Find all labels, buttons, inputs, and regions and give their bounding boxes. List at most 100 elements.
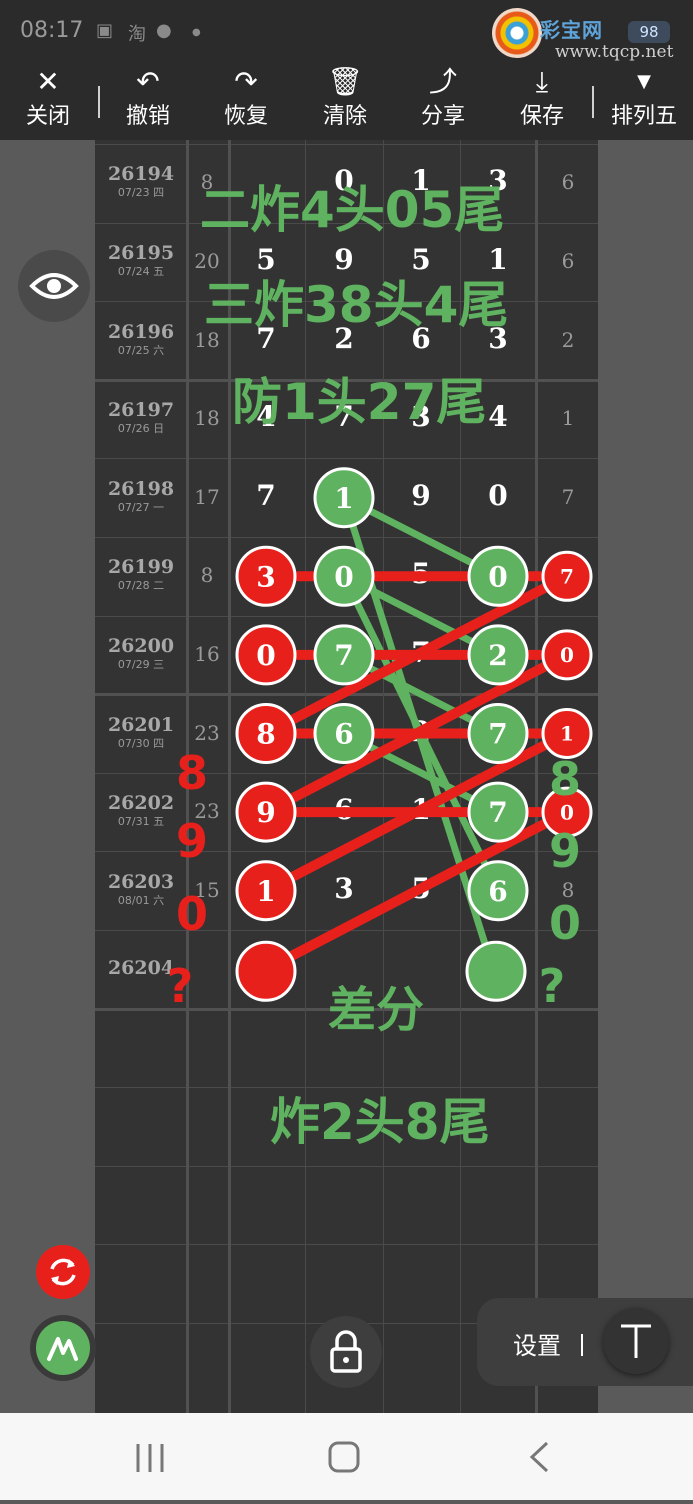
- ball-digit: 0: [488, 560, 507, 593]
- red-ball: 1: [235, 860, 297, 922]
- refresh-button[interactable]: [36, 1245, 90, 1299]
- text-tool-button[interactable]: [603, 1308, 669, 1374]
- save-label: 保存: [519, 104, 564, 129]
- annotation-diff: 差分: [328, 982, 425, 1038]
- clear-label: 清除: [322, 104, 367, 129]
- trash-icon: 🗑: [327, 65, 363, 98]
- undo-icon: ↶: [136, 65, 160, 98]
- close-label: 关闭: [25, 104, 70, 129]
- green-ball: 7: [467, 781, 529, 843]
- logo-url: www.tqcp.net: [555, 42, 674, 62]
- share-label: 分享: [420, 104, 465, 129]
- side-red-4: ?: [166, 959, 194, 1013]
- toolbar-divider: [592, 86, 594, 118]
- green-ball: 0: [313, 545, 375, 607]
- side-green-3: 0: [548, 896, 581, 950]
- toolbar: ✕ 关闭 ↶ 撤销 ↷ 恢复 🗑 清除 ⤴ 分享 ⤓ 保存 ▼ 排列五: [0, 62, 693, 140]
- toolbar-divider: [98, 86, 100, 118]
- ball-digit: 1: [256, 875, 275, 908]
- logo-text: 彩宝网: [540, 18, 603, 42]
- annotation-line2: 三炸38头4尾: [204, 276, 509, 334]
- green-ball: 0: [467, 545, 529, 607]
- text-tool-icon: [621, 1324, 651, 1358]
- side-red-3: 0: [175, 887, 208, 941]
- lock-button[interactable]: [310, 1316, 382, 1388]
- red-ball: 0: [235, 624, 297, 686]
- download-icon: ⤓: [535, 65, 549, 98]
- red-span-ball: 0: [541, 629, 593, 681]
- side-green-2: 9: [548, 824, 581, 878]
- nav-icons: [130, 1438, 560, 1478]
- settings-divider: [581, 1334, 583, 1356]
- redo-icon: ↷: [234, 65, 258, 98]
- ball-digit: 7: [334, 639, 353, 672]
- chart-canvas[interactable]: 26194 07/23 四 8 0 1 3 6 26195 07/24 五 20 5 9 5 1 6 2619…: [0, 140, 693, 1413]
- ball-digit: 7: [488, 796, 507, 829]
- clear-button[interactable]: 🗑 清除: [309, 62, 381, 140]
- pen-tool-face: [36, 1321, 90, 1375]
- red-ball: 3: [235, 545, 297, 607]
- status-bar: 08:17 ▣ 淘 ● ● 彩宝网 www.tqcp.net 98: [0, 0, 693, 62]
- lottery-label: 排列五: [610, 104, 677, 129]
- side-red-1: 8: [175, 746, 208, 800]
- eye-toggle-button[interactable]: [18, 250, 90, 322]
- ball-digit: 0: [560, 643, 574, 667]
- logo-icon: [492, 8, 542, 58]
- ball-digit: 7: [488, 718, 507, 751]
- settings-panel: 设置: [477, 1298, 693, 1386]
- status-time: 08:17: [20, 18, 84, 43]
- annotation-bottom: 炸2头8尾: [270, 1093, 490, 1151]
- redo-label: 恢复: [223, 104, 268, 129]
- green-ball: 7: [313, 624, 375, 686]
- system-nav-bar: [0, 1413, 693, 1500]
- red-ball: 9: [235, 781, 297, 843]
- lock-icon: [330, 1330, 362, 1373]
- green-ball: 1: [313, 467, 375, 529]
- annotation-line3: 防1头27尾: [232, 373, 487, 431]
- message-icon: ●: [156, 20, 172, 41]
- ball-digit: 0: [256, 639, 275, 672]
- pen-tool-button[interactable]: [30, 1315, 96, 1381]
- home-icon[interactable]: [328, 1441, 360, 1473]
- recent-apps-icon[interactable]: [130, 1438, 170, 1478]
- eye-icon: [29, 273, 79, 299]
- ball-digit: 0: [334, 560, 353, 593]
- triangle-down-icon: ▼: [637, 71, 651, 92]
- red-span-ball: 7: [541, 550, 593, 602]
- annotation-line1: 二炸4头05尾: [200, 181, 505, 239]
- green-ball: 6: [467, 860, 529, 922]
- ball-digit: 6: [334, 718, 353, 751]
- close-button[interactable]: ✕ 关闭: [12, 62, 84, 140]
- refresh-icon: [50, 1258, 76, 1286]
- back-icon[interactable]: [520, 1438, 560, 1478]
- ball-digit: 2: [488, 639, 507, 672]
- screenshot-icon: ▣: [96, 20, 114, 41]
- side-green-4: ?: [538, 959, 566, 1013]
- red-ball-empty: [235, 940, 297, 1002]
- undo-label: 撤销: [125, 104, 170, 129]
- green-ball-empty: [465, 940, 527, 1002]
- lottery-select-button[interactable]: ▼ 排列五: [606, 62, 682, 140]
- ball-digit: 1: [560, 722, 574, 746]
- settings-button[interactable]: 设置: [513, 1326, 561, 1361]
- ball-digit: 6: [488, 875, 507, 908]
- side-green-1: 8: [548, 752, 581, 806]
- ball-digit: 9: [256, 796, 275, 829]
- ball-digit: 8: [256, 718, 275, 751]
- side-red-2: 9: [175, 814, 208, 868]
- redo-button[interactable]: ↷ 恢复: [210, 62, 282, 140]
- green-ball: 7: [467, 703, 529, 764]
- undo-button[interactable]: ↶ 撤销: [112, 62, 184, 140]
- ball-digit: 1: [334, 482, 353, 515]
- ball-digit: 7: [560, 565, 574, 589]
- share-icon: ⤴: [428, 65, 457, 98]
- close-icon: ✕: [36, 65, 60, 98]
- save-button[interactable]: ⤓ 保存: [506, 62, 578, 140]
- green-ball: 6: [313, 703, 375, 764]
- taobao-icon: 淘: [128, 24, 146, 45]
- green-ball: 2: [467, 624, 529, 686]
- red-ball: 8: [235, 703, 297, 764]
- share-button[interactable]: ⤴ 分享: [407, 62, 479, 140]
- battery-badge: 98: [628, 21, 670, 43]
- pen-icon: [47, 1337, 78, 1361]
